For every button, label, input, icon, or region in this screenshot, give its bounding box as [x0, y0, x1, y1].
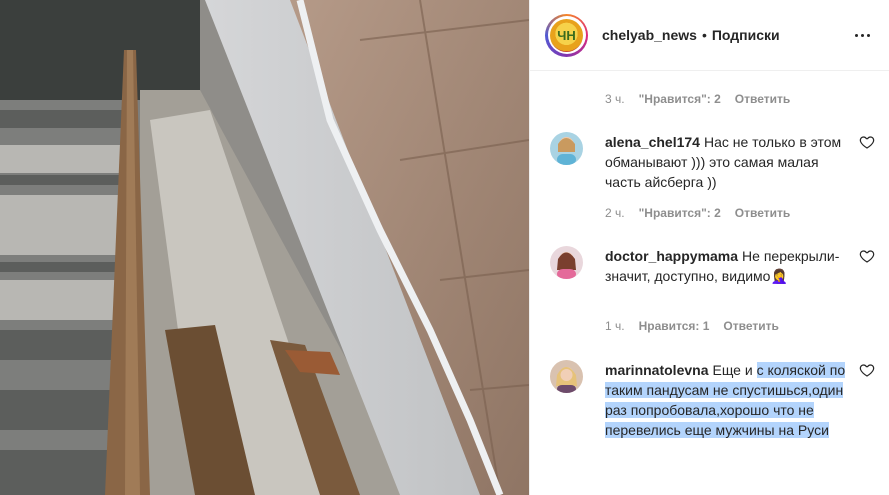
comment-likes[interactable]: Нравится: 1 — [639, 319, 710, 333]
commenter-avatar[interactable] — [550, 360, 583, 393]
heart-icon[interactable] — [859, 134, 875, 150]
comment-likes[interactable]: "Нравится": 2 — [639, 206, 721, 220]
author-logo: ЧН — [550, 18, 583, 52]
comment-time: 3 ч. — [605, 92, 625, 106]
reply-button[interactable]: Ответить — [735, 92, 790, 106]
post-header: ЧН chelyab_news • Подписки — [530, 0, 889, 71]
more-options-icon[interactable] — [851, 24, 873, 46]
comment-body: Еще и — [712, 362, 757, 378]
reply-button[interactable]: Ответить — [735, 206, 790, 220]
comment-likes[interactable]: "Нравится": 2 — [639, 92, 721, 106]
comment-item: marinnatolevna Еще и с коляской по таким … — [550, 360, 875, 480]
commenter-username[interactable]: marinnatolevna — [605, 362, 708, 378]
comment-text: doctor_happymama Не перекрыли-значит, дос… — [605, 246, 850, 286]
commenter-username[interactable]: doctor_happymama — [605, 248, 738, 264]
comments-panel: ЧН chelyab_news • Подписки 3 ч. "Нравитс… — [529, 0, 889, 495]
commenter-avatar[interactable] — [550, 132, 583, 165]
comment-text: marinnatolevna Еще и с коляской по таким … — [605, 360, 850, 440]
commenter-avatar[interactable] — [550, 246, 583, 279]
author-avatar[interactable]: ЧН — [545, 13, 588, 57]
follow-button[interactable]: Подписки — [712, 27, 780, 43]
comment-item: alena_chel174 Нас не только в этом обманы… — [550, 132, 875, 202]
comment-text: alena_chel174 Нас не только в этом обманы… — [605, 132, 850, 192]
comment-item: doctor_happymama Не перекрыли-значит, дос… — [550, 246, 875, 316]
reply-button[interactable]: Ответить — [723, 319, 778, 333]
header-separator: • — [701, 27, 707, 43]
post-photo — [0, 0, 529, 495]
author-username[interactable]: chelyab_news — [602, 27, 697, 43]
comment-time: 1 ч. — [605, 319, 625, 333]
comment-time: 2 ч. — [605, 206, 625, 220]
heart-icon[interactable] — [859, 362, 875, 378]
comment-meta: 1 ч. Нравится: 1 Ответить — [605, 319, 779, 333]
commenter-username[interactable]: alena_chel174 — [605, 134, 700, 150]
comment-meta: 3 ч. "Нравится": 2 Ответить — [605, 92, 790, 106]
heart-icon[interactable] — [859, 248, 875, 264]
comment-meta: 2 ч. "Нравится": 2 Ответить — [605, 206, 790, 220]
